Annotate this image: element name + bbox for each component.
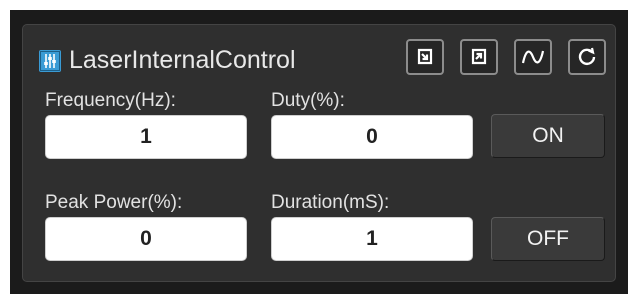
laser-control-icon: [39, 50, 61, 72]
peak-power-label: Peak Power(%):: [45, 192, 183, 213]
waveform-button[interactable]: [514, 39, 552, 75]
frequency-label: Frequency(Hz):: [45, 90, 176, 111]
peak-power-input[interactable]: [45, 217, 247, 261]
refresh-icon: [578, 47, 596, 66]
on-button[interactable]: ON: [491, 114, 605, 158]
panel-title: LaserInternalControl: [69, 46, 296, 74]
export-button[interactable]: [460, 39, 498, 75]
frequency-input[interactable]: [45, 115, 247, 159]
duty-label: Duty(%):: [271, 90, 345, 111]
refresh-button[interactable]: [568, 39, 606, 75]
duration-input[interactable]: [271, 217, 473, 261]
import-button[interactable]: [406, 39, 444, 75]
export-icon: [471, 48, 487, 65]
off-button[interactable]: OFF: [491, 217, 605, 261]
window-background: LaserInternalControl Frequency(Hz): Duty…: [10, 10, 628, 294]
waveform-icon: [521, 50, 545, 64]
import-icon: [417, 48, 433, 65]
laser-control-panel: LaserInternalControl Frequency(Hz): Duty…: [22, 24, 616, 282]
duration-label: Duration(mS):: [271, 192, 390, 213]
duty-input[interactable]: [271, 115, 473, 159]
